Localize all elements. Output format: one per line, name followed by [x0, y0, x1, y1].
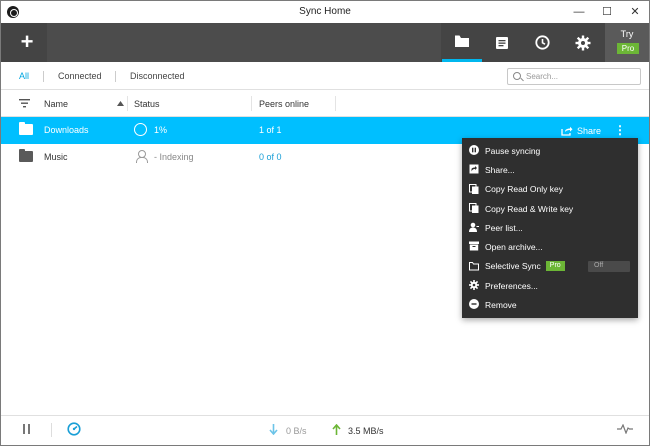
- close-button[interactable]: ✕: [621, 3, 649, 21]
- peers-online[interactable]: 1 of 1: [259, 125, 282, 135]
- column-divider: [127, 96, 128, 111]
- pause-all-icon[interactable]: [23, 424, 31, 434]
- filter-divider: [43, 71, 44, 82]
- column-divider: [251, 96, 252, 111]
- gear-icon: [575, 35, 591, 50]
- minus-circle-icon: [469, 299, 479, 310]
- folder-status: - Indexing: [154, 152, 194, 162]
- menu-item-label: Copy Read Only key: [485, 184, 563, 195]
- menu-item-copy-read-write-key[interactable]: Copy Read & Write key: [462, 199, 638, 218]
- more-options-button[interactable]: ⋮: [613, 123, 627, 138]
- folder-name: Music: [44, 152, 68, 162]
- speed-limit-icon[interactable]: [67, 422, 81, 436]
- clock-icon: [534, 35, 550, 50]
- minimize-button[interactable]: —: [565, 3, 593, 21]
- person-icon: [469, 222, 479, 233]
- search-box[interactable]: [507, 68, 641, 85]
- peers-online[interactable]: 0 of 0: [259, 152, 282, 162]
- upload-speed: 3.5 MB/s: [348, 426, 384, 436]
- download-speed: 0 B/s: [286, 426, 307, 436]
- title-bar: Sync Home — ☐ ✕: [1, 1, 649, 23]
- column-header-name[interactable]: Name: [44, 99, 68, 109]
- add-folder-button[interactable]: +: [7, 23, 47, 62]
- folder-outline-icon: [469, 261, 479, 271]
- folder-icon: [19, 122, 33, 135]
- folder-context-menu: Pause syncing Share... Copy Read Only ke…: [462, 138, 638, 318]
- pause-icon: [469, 145, 479, 155]
- try-label: Try: [620, 29, 634, 39]
- sync-home-window: Sync Home — ☐ ✕ + Try Pro All Connected …: [0, 0, 650, 446]
- tab-schedule-button[interactable]: [522, 23, 562, 62]
- column-divider: [335, 96, 336, 111]
- menu-item-label: Selective Sync: [485, 261, 541, 272]
- table-header: Name Status Peers online: [1, 90, 649, 117]
- menu-item-pause-syncing[interactable]: Pause syncing: [462, 141, 638, 160]
- menu-item-label: Peer list...: [485, 222, 523, 233]
- activity-graph-icon[interactable]: [617, 424, 633, 434]
- status-bar: 0 B/s 3.5 MB/s: [1, 415, 649, 445]
- sort-ascending-icon[interactable]: [117, 101, 124, 106]
- sync-progress-icon: [134, 123, 147, 136]
- filter-tab-connected[interactable]: Connected: [58, 71, 102, 81]
- toggle-state-label: Off: [594, 261, 604, 269]
- menu-item-label: Open archive...: [485, 242, 543, 253]
- menu-item-selective-sync[interactable]: Selective Sync Pro Off: [462, 257, 638, 276]
- menu-item-label: Remove: [485, 300, 517, 311]
- share-icon: [561, 126, 573, 136]
- tab-folders-button[interactable]: [442, 23, 482, 62]
- filter-icon[interactable]: [19, 99, 30, 108]
- maximize-button[interactable]: ☐: [593, 3, 621, 21]
- share-label: Share: [577, 125, 602, 136]
- toolbar-spacer: [47, 23, 441, 62]
- user-icon: [136, 150, 148, 163]
- column-header-status[interactable]: Status: [134, 99, 160, 109]
- menu-item-label: Share...: [485, 164, 515, 175]
- copy-icon: [469, 202, 479, 213]
- try-pro-button[interactable]: Try Pro: [605, 23, 649, 62]
- tab-preferences-button[interactable]: [563, 23, 603, 62]
- filter-tab-disconnected[interactable]: Disconnected: [130, 71, 185, 81]
- menu-item-label: Copy Read & Write key: [485, 203, 574, 214]
- filter-divider: [115, 71, 116, 82]
- search-input[interactable]: [526, 71, 636, 82]
- menu-item-preferences[interactable]: Preferences...: [462, 276, 638, 295]
- folder-icon: [455, 35, 469, 47]
- menu-item-remove[interactable]: Remove: [462, 295, 638, 314]
- share-button[interactable]: Share: [561, 123, 601, 138]
- search-icon: [513, 72, 521, 80]
- gear-icon: [469, 280, 479, 291]
- pro-badge: Pro: [617, 43, 639, 54]
- folder-icon: [19, 149, 33, 162]
- folder-status: 1%: [154, 125, 168, 135]
- main-toolbar: + Try Pro: [1, 23, 649, 62]
- menu-item-label: Pause syncing: [485, 145, 541, 156]
- status-divider: [51, 423, 52, 437]
- download-arrow-icon: [269, 424, 278, 435]
- window-title: Sync Home: [299, 6, 351, 17]
- archive-icon: [469, 241, 479, 251]
- share-icon: [469, 164, 479, 174]
- tab-history-button[interactable]: [482, 23, 522, 62]
- menu-item-peer-list[interactable]: Peer list...: [462, 218, 638, 237]
- copy-icon: [469, 183, 479, 194]
- menu-item-copy-read-only-key[interactable]: Copy Read Only key: [462, 180, 638, 199]
- pro-badge: Pro: [545, 261, 565, 272]
- document-icon: [496, 36, 508, 49]
- upload-arrow-icon: [332, 424, 341, 435]
- filter-tab-all[interactable]: All: [19, 71, 29, 81]
- filter-bar: All Connected Disconnected: [1, 62, 649, 90]
- menu-item-open-archive[interactable]: Open archive...: [462, 237, 638, 256]
- selective-sync-toggle[interactable]: Off: [588, 260, 630, 272]
- menu-item-label: Preferences...: [485, 280, 538, 291]
- column-header-peers[interactable]: Peers online: [259, 99, 309, 109]
- menu-item-share[interactable]: Share...: [462, 160, 638, 179]
- folder-name: Downloads: [44, 125, 89, 135]
